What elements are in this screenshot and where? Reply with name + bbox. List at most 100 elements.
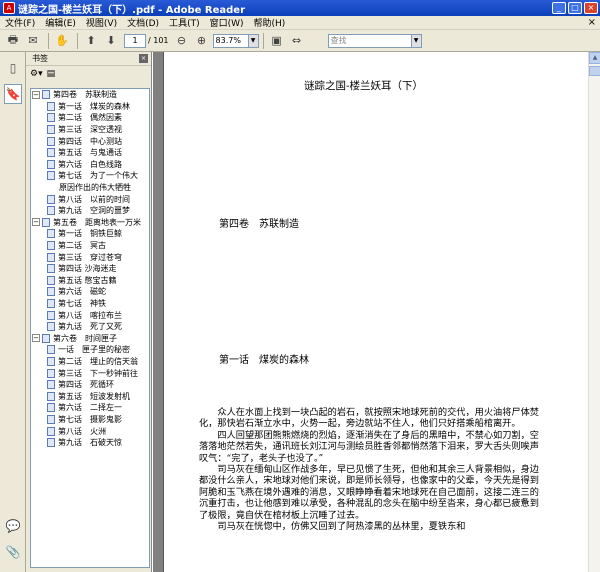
bookmark-item[interactable]: 第八话 喀拉布兰: [31, 309, 149, 321]
toolbar-divider: [77, 32, 78, 49]
bookmark-item[interactable]: 第五话 憋宝古籍: [31, 275, 149, 287]
hand-tool-icon[interactable]: ✋: [53, 32, 71, 50]
next-page-icon[interactable]: ⬇: [102, 32, 120, 50]
fit-page-icon[interactable]: ▣: [268, 32, 286, 50]
bookmark-item[interactable]: 第一话 煤炭的森林: [31, 101, 149, 113]
bookmarks-panel-icon[interactable]: 🔖: [4, 84, 22, 104]
bookmark-tree[interactable]: − 第四卷 苏联制造 第一话 煤炭的森林 第二话 偶然因素 第三话 深空透视 第四话 中心…: [30, 88, 150, 568]
toolbar-divider: [48, 32, 49, 49]
bookmark-page-icon: [47, 345, 55, 355]
bookmark-item[interactable]: 第九话 石破天惊: [31, 437, 149, 449]
collapse-toggle-icon[interactable]: −: [32, 218, 40, 227]
bookmark-item[interactable]: 第九话 死了又死: [31, 321, 149, 333]
bookmark-label: 第五话 与鬼通话: [58, 148, 122, 158]
search-input[interactable]: 查找: [327, 33, 412, 48]
scroll-thumb[interactable]: [589, 66, 600, 76]
bookmark-label: 第六话 二择左一: [58, 403, 122, 413]
bookmark-item[interactable]: − 第六卷 时间匣子: [31, 332, 149, 344]
bookmark-page-icon: [47, 241, 55, 251]
bookmark-item[interactable]: 第三话 穿过苍穹: [31, 251, 149, 263]
bookmark-page-icon: [47, 368, 55, 378]
bookmark-label: 第九话 死了又死: [58, 322, 122, 332]
print-icon[interactable]: 🖶: [4, 32, 22, 50]
bookmark-label: 第六话 白色线路: [58, 159, 122, 169]
bookmark-label: 第六话 磁蛇: [58, 287, 106, 297]
zoom-out-icon[interactable]: ⊖: [173, 32, 191, 50]
bookmark-item[interactable]: 第六话 白色线路: [31, 159, 149, 171]
zoom-input[interactable]: 83.7%: [212, 33, 249, 48]
previous-page-icon[interactable]: ⬆: [82, 32, 100, 50]
fit-width-icon[interactable]: ⇔: [288, 32, 306, 50]
close-button[interactable]: ×: [584, 2, 598, 14]
bookmark-item[interactable]: 第八话 火洲: [31, 425, 149, 437]
vertical-scrollbar[interactable]: ▲: [588, 52, 600, 572]
comments-panel-icon[interactable]: 💬: [4, 516, 22, 536]
bookmark-item[interactable]: 第五话 与鬼通话: [31, 147, 149, 159]
bookmark-item[interactable]: 原因作出的伟大牺牲: [31, 182, 149, 194]
bookmark-item[interactable]: 第二话 埋止的信天翁: [31, 356, 149, 368]
bookmark-item[interactable]: 第八话 以前的时间: [31, 193, 149, 205]
minimize-button[interactable]: _: [552, 2, 566, 14]
menu-view[interactable]: 视图(V): [81, 16, 122, 29]
close-panel-icon[interactable]: ×: [139, 54, 148, 63]
bookmark-item[interactable]: 第六话 二择左一: [31, 402, 149, 414]
bookmark-item[interactable]: 第二话 冥古: [31, 240, 149, 252]
paragraph: 四人回望那团熊熊燃烧的烈焰，逐渐消失在了身后的黑暗中，不禁心如刀割，空落落地茫然…: [199, 429, 539, 464]
bookmark-item[interactable]: 第五话 短波发射机: [31, 390, 149, 402]
menu-window[interactable]: 窗口(W): [205, 16, 249, 29]
bookmark-page-icon: [42, 333, 50, 343]
menu-document[interactable]: 文档(D): [122, 16, 164, 29]
bookmarks-panel: 书签 × ⚙▾ ▤ − 第四卷 苏联制造 第一话 煤炭的森林 第二话 偶然因素 第三话 …: [26, 52, 152, 572]
zoom-dropdown-icon[interactable]: ▼: [248, 33, 259, 48]
menu-help[interactable]: 帮助(H): [249, 16, 291, 29]
bookmark-item[interactable]: 第六话 磁蛇: [31, 286, 149, 298]
close-document-button[interactable]: ×: [588, 17, 596, 28]
menu-tools[interactable]: 工具(T): [164, 16, 205, 29]
bookmark-label: 第二话 冥古: [58, 241, 106, 251]
page-number-input[interactable]: 1: [124, 33, 146, 48]
bookmark-label: 第五话 憋宝古籍: [58, 275, 117, 285]
menu-file[interactable]: 文件(F): [0, 16, 40, 29]
bookmark-page-icon: [47, 148, 55, 158]
bookmark-item[interactable]: 第九话 空洞的噩梦: [31, 205, 149, 217]
bookmark-page-icon: [42, 90, 50, 100]
bookmark-item[interactable]: 一话 匣子里的秘密: [31, 344, 149, 356]
expand-bookmark-icon[interactable]: ▤: [47, 69, 56, 79]
bookmark-item[interactable]: 第七话 摄影鬼影: [31, 414, 149, 426]
bookmark-item[interactable]: − 第四卷 苏联制造: [31, 89, 149, 101]
bookmark-page-icon: [47, 229, 55, 239]
collapse-toggle-icon[interactable]: −: [32, 90, 40, 99]
bookmark-item[interactable]: 第七话 神铁: [31, 298, 149, 310]
maximize-button[interactable]: □: [568, 2, 582, 14]
search-dropdown-icon[interactable]: ▼: [411, 33, 422, 48]
bookmark-item[interactable]: 第七话 为了一个伟大: [31, 170, 149, 182]
bookmark-page-icon: [47, 113, 55, 123]
bookmark-page-icon: [47, 403, 55, 413]
bookmark-item[interactable]: 第四话 沙海迷走: [31, 263, 149, 275]
adobe-reader-icon: A: [3, 2, 15, 14]
pages-panel-icon[interactable]: ▯: [4, 58, 22, 78]
options-menu-icon[interactable]: ⚙▾: [30, 69, 43, 79]
bookmark-page-icon: [47, 136, 55, 146]
bookmark-page-icon: [47, 101, 55, 111]
bookmark-page-icon: [47, 264, 55, 274]
bookmark-item[interactable]: 第三话 深空透视: [31, 124, 149, 136]
menu-edit[interactable]: 编辑(E): [40, 16, 81, 29]
bookmark-item[interactable]: 第二话 偶然因素: [31, 112, 149, 124]
zoom-in-icon[interactable]: ⊕: [193, 32, 211, 50]
bookmark-item[interactable]: 第四话 死循环: [31, 379, 149, 391]
collapse-toggle-icon[interactable]: −: [32, 334, 40, 343]
email-icon[interactable]: ✉: [24, 32, 42, 50]
body-text: 众人在水面上找到一块凸起的岩石，就按照宋地球死前的交代，用火油将尸体焚化，那快岩…: [199, 407, 544, 532]
attachments-panel-icon[interactable]: 📎: [4, 542, 22, 562]
document-page[interactable]: 谜踪之国-楼兰妖耳（下） 第四卷 苏联制造 第一话 煤炭的森林 众人在水面上找到…: [163, 52, 588, 572]
bookmark-item[interactable]: 第一话 铜铁巨鲸: [31, 228, 149, 240]
bookmark-page-icon: [47, 275, 55, 285]
bookmark-label: 第三话 下一秒钟前往: [58, 368, 138, 378]
bookmark-item[interactable]: 第四话 中心测站: [31, 135, 149, 147]
bookmark-item[interactable]: − 第五卷 距离地表一万米: [31, 217, 149, 229]
bookmark-item[interactable]: 第三话 下一秒钟前往: [31, 367, 149, 379]
bookmark-label: 第八话 火洲: [58, 426, 106, 436]
bookmark-page-icon: [47, 380, 55, 390]
scroll-up-icon[interactable]: ▲: [589, 52, 600, 64]
